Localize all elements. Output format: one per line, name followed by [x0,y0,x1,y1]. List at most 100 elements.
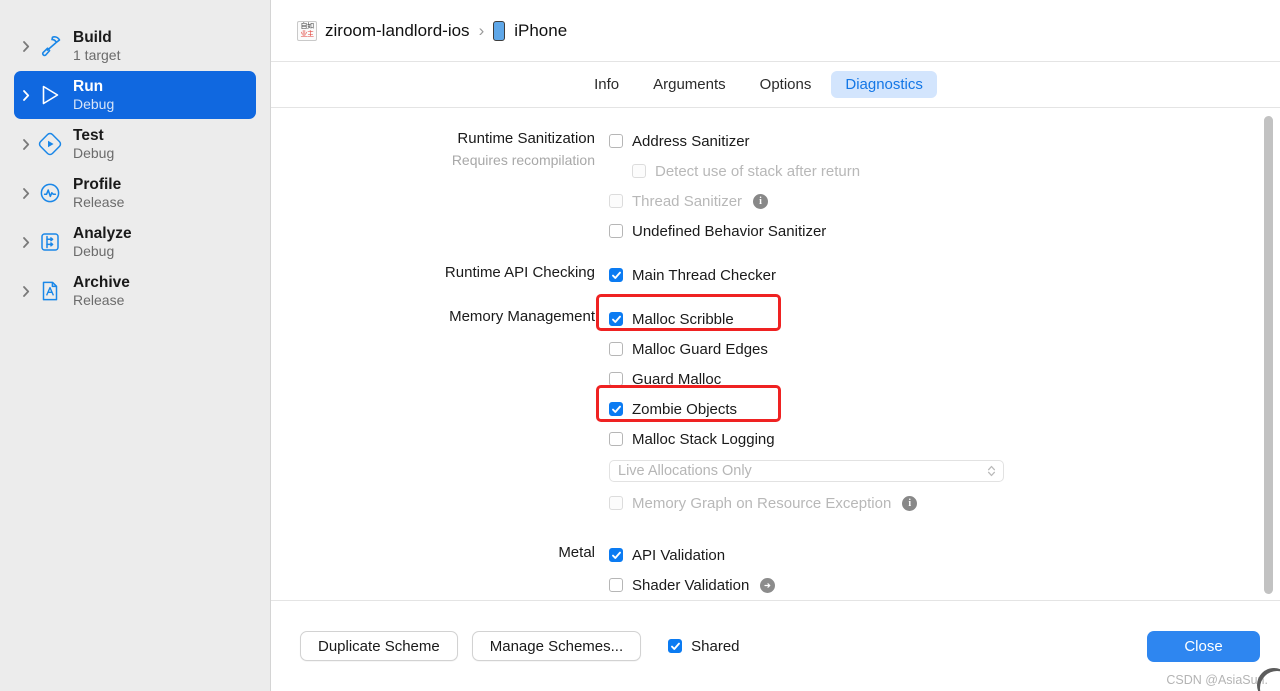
group-memory-management: Memory Management Malloc Scribble Malloc… [271,304,1280,518]
group-rows: Main Thread Checker [609,260,1280,290]
checkbox-row-shader-validation[interactable]: Shader Validation [609,570,1280,600]
checkbox-row-api-validation[interactable]: API Validation [609,540,1280,570]
app-icon: 自如 业主 [297,20,317,41]
chevron-right-icon[interactable] [18,187,34,199]
diagnostics-options-list: Runtime Sanitization Requires recompilat… [271,108,1280,600]
group-metal: Metal API Validation Shader Validation [271,540,1280,600]
chevron-right-icon[interactable] [18,89,34,101]
checkbox-malloc-guard-edges[interactable] [609,342,623,356]
iphone-device-icon [493,20,506,41]
info-icon[interactable]: i [902,495,918,511]
checkbox-memory-graph-on-resource-exception [609,496,623,510]
checkbox-row-malloc-stack-logging[interactable]: Malloc Stack Logging [609,424,1280,454]
sidebar-item-archive[interactable]: Archive Release [14,267,256,315]
checkbox-label: Shader Validation [632,576,750,594]
watermark-text: CSDN @AsiaSun. [1166,673,1268,687]
checkbox-label: Malloc Guard Edges [632,340,768,358]
chevron-right-icon[interactable] [18,40,34,52]
breadcrumb-separator-icon: › [478,20,485,40]
checkbox-row-undefined-behavior-sanitizer[interactable]: Undefined Behavior Sanitizer [609,216,1280,246]
checkbox-undefined-behavior-sanitizer[interactable] [609,224,623,238]
sidebar-item-test[interactable]: Test Debug [14,120,256,168]
group-rows: API Validation Shader Validation [609,540,1280,600]
checkbox-row-detect-stack-after-return: Detect use of stack after return [609,156,1280,186]
vertical-scrollbar[interactable] [1264,116,1273,594]
breadcrumb-destination[interactable]: iPhone [514,21,567,41]
sidebar-item-text: Test Debug [73,127,114,162]
checkbox-address-sanitizer[interactable] [609,134,623,148]
tab-arguments[interactable]: Arguments [639,71,740,98]
play-icon [34,82,66,108]
scheme-detail-panel: 自如 业主 ziroom-landlord-ios › iPhone Info … [271,0,1280,691]
checkbox-row-address-sanitizer[interactable]: Address Sanitizer [609,126,1280,156]
sidebar-item-title: Build [73,28,112,46]
checkbox-label: Malloc Scribble [632,310,734,328]
diagnostics-content-area: Runtime Sanitization Requires recompilat… [271,108,1280,601]
checkbox-shader-validation[interactable] [609,578,623,592]
chevron-right-icon[interactable] [18,138,34,150]
sidebar-item-title: Run [73,77,104,95]
checkbox-shared[interactable] [668,639,683,653]
checkbox-label: Detect use of stack after return [655,162,861,180]
sidebar-item-subtitle: Release [73,194,125,211]
tab-info[interactable]: Info [580,71,633,98]
stack-logging-mode-row: Live Allocations Only [609,454,1280,488]
breadcrumb: 自如 业主 ziroom-landlord-ios › iPhone [271,0,1280,62]
sidebar-item-profile[interactable]: Profile Release [14,169,256,217]
checkbox-malloc-scribble[interactable] [609,312,623,326]
checkbox-row-malloc-scribble[interactable]: Malloc Scribble [609,304,1280,334]
stack-logging-mode-select[interactable]: Live Allocations Only [609,460,1004,482]
shared-label: Shared [691,637,740,655]
sidebar-item-subtitle: Release [73,292,125,309]
chevron-right-icon[interactable] [18,285,34,297]
checkbox-malloc-stack-logging[interactable] [609,432,623,446]
sidebar-item-title: Analyze [73,224,132,242]
info-icon[interactable]: i [753,193,769,209]
manage-schemes-button[interactable]: Manage Schemes... [471,631,642,661]
group-runtime-sanitization: Runtime Sanitization Requires recompilat… [271,126,1280,246]
checkbox-row-zombie-objects[interactable]: Zombie Objects [609,394,1280,424]
sidebar-item-text: Run Debug [73,78,114,113]
checkbox-row-malloc-guard-edges[interactable]: Malloc Guard Edges [609,334,1280,364]
checkbox-row-guard-malloc[interactable]: Guard Malloc [609,364,1280,394]
group-label-main: Runtime API Checking [444,264,595,281]
group-label-sub: Requires recompilation [451,152,595,168]
sidebar-item-run[interactable]: Run Debug [14,71,256,119]
group-runtime-api-checking: Runtime API Checking Main Thread Checker [271,260,1280,290]
waveform-icon [34,181,66,205]
tab-diagnostics[interactable]: Diagnostics [831,71,937,98]
group-label-main: Runtime Sanitization [457,130,595,147]
breadcrumb-scheme-name[interactable]: ziroom-landlord-ios [325,21,470,41]
scheme-actions-sidebar: Build 1 target Run Debug Test Debug Prof… [0,0,271,691]
sidebar-item-analyze[interactable]: Analyze Debug [14,218,256,266]
checkbox-main-thread-checker[interactable] [609,268,623,282]
checkbox-label: API Validation [632,546,726,564]
dialog-footer: Duplicate Scheme Manage Schemes... Share… [271,601,1280,691]
chevron-right-icon[interactable] [18,236,34,248]
sidebar-item-subtitle: Debug [73,243,115,260]
checkbox-label: Memory Graph on Resource Exception [632,494,892,512]
arrow-right-circle-icon[interactable] [760,577,776,593]
tab-options[interactable]: Options [746,71,826,98]
group-label-main: Memory Management [449,308,595,325]
checkbox-row-thread-sanitizer: Thread Sanitizer i [609,186,1280,216]
shared-checkbox-row[interactable]: Shared [668,637,740,655]
sidebar-item-text: Archive Release [73,274,130,309]
sidebar-item-build[interactable]: Build 1 target [14,22,256,70]
test-diamond-icon [34,132,66,156]
duplicate-scheme-button[interactable]: Duplicate Scheme [300,631,458,661]
select-value: Live Allocations Only [618,463,752,479]
checkbox-guard-malloc[interactable] [609,372,623,386]
checkbox-api-validation[interactable] [609,548,623,562]
close-button[interactable]: Close [1147,630,1260,662]
checkbox-detect-stack-after-return [632,164,646,178]
checkbox-row-main-thread-checker[interactable]: Main Thread Checker [609,260,1280,290]
analyze-icon [34,230,66,254]
sidebar-item-subtitle: Debug [73,145,115,162]
scheme-editor-window: Build 1 target Run Debug Test Debug Prof… [0,0,1280,691]
checkbox-zombie-objects[interactable] [609,402,623,416]
app-icon-top-text: 自如 [300,22,315,30]
sidebar-item-subtitle: Debug [73,96,115,113]
